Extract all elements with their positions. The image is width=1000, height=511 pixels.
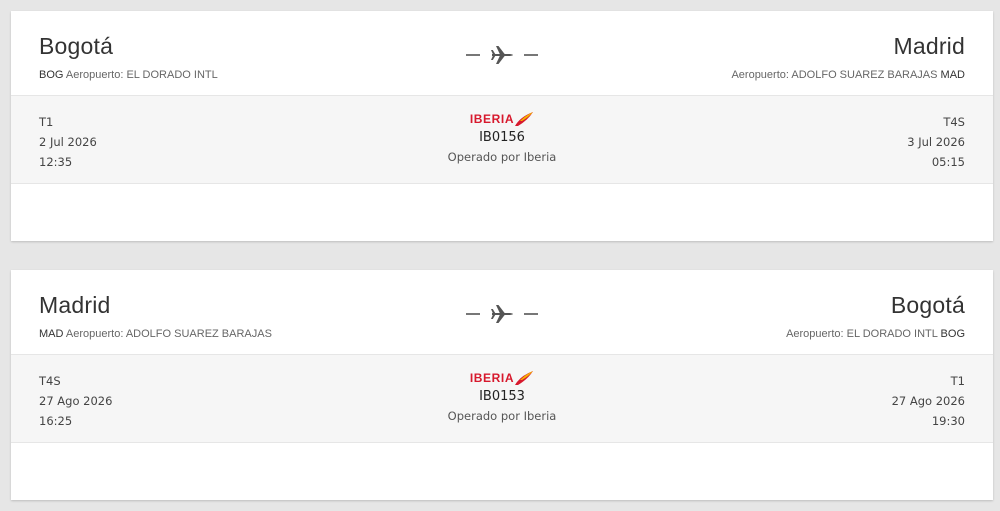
departure-time: 16:25: [39, 414, 73, 428]
destination-city: Madrid: [893, 33, 965, 59]
origin-airport: MAD Aeropuerto: ADOLFO SUAREZ BARAJAS: [39, 328, 272, 340]
flight-header: Madrid MAD Aeropuerto: ADOLFO SUAREZ BAR…: [11, 270, 993, 354]
flight-info: IBERIA IB0153 Operado por Iberia: [402, 367, 602, 423]
arrival-time: 05:15: [931, 155, 965, 169]
origin-code: BOG: [39, 69, 64, 81]
operated-by: Operado por Iberia: [447, 409, 557, 423]
flight-number: IB0153: [479, 389, 525, 404]
departure-terminal: T1: [39, 115, 54, 129]
origin-city: Madrid: [39, 292, 111, 318]
destination-code: BOG: [940, 328, 965, 340]
origin-airport-name: EL DORADO INTL: [126, 69, 218, 81]
destination-city: Bogotá: [890, 292, 965, 318]
airport-label: Aeropuerto:: [65, 69, 124, 81]
arrival-terminal: T4S: [943, 115, 965, 129]
arrival-info: T1 27 Ago 2026 19:30: [892, 371, 965, 431]
destination-airport-name: EL DORADO INTL: [846, 328, 938, 340]
iberia-wing-icon: [515, 112, 534, 126]
airport-label: Aeropuerto:: [731, 69, 789, 81]
iberia-logo-text: IBERIA: [469, 371, 515, 385]
flight-details: T1 2 Jul 2026 12:35 IBERIA IB0156 Operad…: [11, 95, 993, 184]
arrival-date: 27 Ago 2026: [891, 394, 965, 408]
arrival-terminal: T1: [950, 374, 965, 388]
airport-label: Aeropuerto:: [65, 328, 124, 340]
iberia-wing-icon: [515, 371, 534, 385]
origin-code: MAD: [39, 328, 64, 340]
iberia-logo: IBERIA: [470, 111, 534, 127]
departure-terminal: T4S: [39, 374, 61, 388]
destination-airport: Aeropuerto: EL DORADO INTL BOG: [786, 328, 965, 340]
departure-info: T4S 27 Ago 2026 16:25: [39, 371, 112, 431]
origin-airport-name: ADOLFO SUAREZ BARAJAS: [125, 328, 272, 340]
destination-airport: Aeropuerto: ADOLFO SUAREZ BARAJAS MAD: [731, 69, 965, 81]
operated-by: Operado por Iberia: [447, 150, 557, 164]
plane-icon: [466, 46, 538, 64]
flight-header: Bogotá BOG Aeropuerto: EL DORADO INTL Ma…: [11, 11, 993, 95]
iberia-logo: IBERIA: [470, 370, 534, 386]
origin-airport: BOG Aeropuerto: EL DORADO INTL: [39, 69, 218, 81]
departure-info: T1 2 Jul 2026 12:35: [39, 112, 97, 172]
flight-card: Madrid MAD Aeropuerto: ADOLFO SUAREZ BAR…: [11, 270, 993, 500]
departure-time: 12:35: [39, 155, 73, 169]
arrival-info: T4S 3 Jul 2026 05:15: [907, 112, 965, 172]
flight-card: Bogotá BOG Aeropuerto: EL DORADO INTL Ma…: [11, 11, 993, 241]
arrival-date: 3 Jul 2026: [907, 135, 965, 149]
plane-icon: [466, 305, 538, 323]
destination-code: MAD: [940, 69, 965, 81]
destination-airport-name: ADOLFO SUAREZ BARAJAS: [791, 69, 938, 81]
departure-date: 27 Ago 2026: [39, 394, 113, 408]
flight-details: T4S 27 Ago 2026 16:25 IBERIA IB0153 Oper…: [11, 354, 993, 443]
airport-label: Aeropuerto:: [786, 328, 844, 340]
iberia-logo-text: IBERIA: [469, 112, 515, 126]
flight-number: IB0156: [479, 130, 525, 145]
flight-info: IBERIA IB0156 Operado por Iberia: [402, 108, 602, 164]
origin-city: Bogotá: [39, 33, 114, 59]
arrival-time: 19:30: [931, 414, 965, 428]
departure-date: 2 Jul 2026: [39, 135, 97, 149]
